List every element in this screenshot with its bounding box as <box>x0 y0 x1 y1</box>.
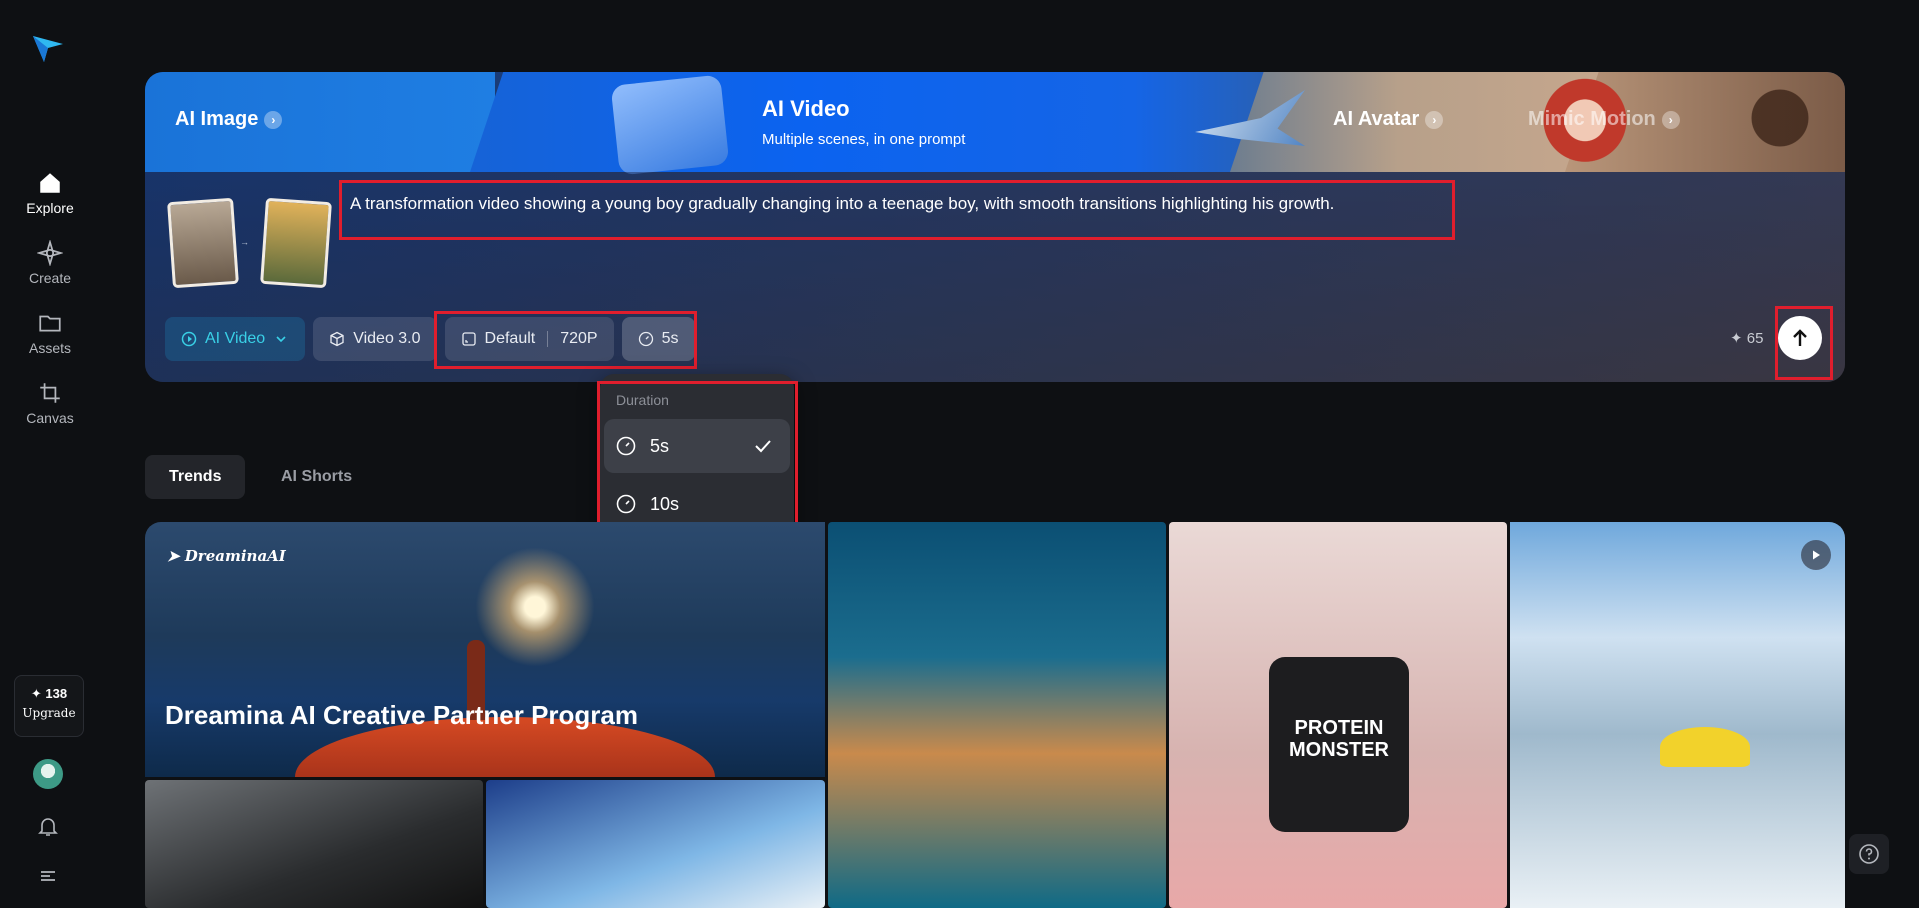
home-icon <box>40 173 60 193</box>
sidebar-item-label: Assets <box>28 340 71 356</box>
tab-ai-image-text: AI Image <box>175 108 259 130</box>
tab-mimic-motion-label[interactable]: Mimic Motion › <box>1528 108 1680 131</box>
folder-icon <box>39 315 61 332</box>
dreamina-logo-icon[interactable] <box>30 30 66 66</box>
mode-select[interactable]: AI Video <box>165 317 306 361</box>
hero-tabs: AI Image › AI Video Multiple scenes, in … <box>145 72 1845 176</box>
reference-image-teen[interactable] <box>260 197 332 289</box>
chevron-down-icon <box>276 336 286 343</box>
chevron-right-icon: › <box>264 110 283 129</box>
upgrade-button[interactable]: ✦ 138 Upgrade <box>14 675 84 737</box>
tab-ai-video-label[interactable]: AI Video <box>762 96 850 122</box>
protein-jar: PROTEIN MONSTER <box>1269 657 1409 832</box>
chevron-right-icon: › <box>1425 110 1444 129</box>
help-button[interactable] <box>1849 834 1889 874</box>
model-select[interactable]: Video 3.0 <box>313 317 437 361</box>
avatar[interactable] <box>33 759 63 789</box>
help-icon <box>1859 844 1879 864</box>
gallery-item-paraglider[interactable] <box>1510 522 1845 908</box>
mode-label: AI Video <box>205 330 266 347</box>
tab-trends[interactable]: Trends <box>145 455 246 499</box>
model-label: Video 3.0 <box>353 330 421 347</box>
paraglider-shape <box>1660 727 1750 767</box>
hero-panel: AI Image › AI Video Multiple scenes, in … <box>145 72 1845 382</box>
bell-icon[interactable] <box>36 814 60 838</box>
sidebar-item-label: Canvas <box>26 410 74 426</box>
tab-ai-video[interactable] <box>470 72 1300 172</box>
play-button[interactable] <box>1801 540 1831 570</box>
highlight-box-settings <box>434 311 697 369</box>
promo-brand: ➤ DreaminaAI <box>167 547 286 565</box>
sun-glow <box>475 547 595 667</box>
tab-mimic-motion-text: Mimic Motion <box>1528 108 1656 130</box>
sidebar-item-assets[interactable]: Assets <box>0 310 100 356</box>
promo-title: Dreamina AI Creative Partner Program <box>165 700 639 730</box>
tab-ai-avatar-text: AI Avatar <box>1333 108 1420 130</box>
menu-icon[interactable] <box>36 864 60 888</box>
sidebar-item-label: Create <box>28 270 72 286</box>
crop-icon <box>40 383 60 403</box>
mimic-illustration <box>1735 82 1825 172</box>
tab-ai-video-subtitle: Multiple scenes, in one prompt <box>762 131 966 148</box>
reference-image-child[interactable] <box>167 197 239 289</box>
highlight-box-generate <box>1775 306 1833 380</box>
tab-ai-avatar-label[interactable]: AI Avatar › <box>1333 108 1444 131</box>
sidebar-item-label: Explore <box>26 200 74 216</box>
protein-label: PROTEIN MONSTER <box>1289 717 1389 761</box>
prompt-panel: → A transformation video showing a young… <box>145 172 1845 382</box>
chevron-right-icon: › <box>1661 110 1680 129</box>
sidebar-item-create[interactable]: Create <box>0 240 100 286</box>
sidebar-item-canvas[interactable]: Canvas <box>0 380 100 426</box>
tab-ai-video-text: AI Video <box>762 96 850 121</box>
tab-ai-shorts[interactable]: AI Shorts <box>257 455 376 499</box>
sparkle-icon <box>37 240 63 266</box>
play-icon <box>1813 550 1820 560</box>
generation-cost: ✦ 65 <box>1730 330 1764 347</box>
arrow-icon: → <box>240 237 249 247</box>
promo-card[interactable]: ➤ DreaminaAI Dreamina AI Creative Partne… <box>145 522 825 777</box>
promo-brand-text: DreaminaAI <box>184 547 286 565</box>
whale-illustration <box>610 74 730 176</box>
gallery-item-statue[interactable] <box>145 780 483 908</box>
highlight-box-prompt <box>339 180 1455 240</box>
gallery-item-polar-bear[interactable] <box>486 780 825 908</box>
sidebar-item-explore[interactable]: Explore <box>0 170 100 216</box>
tab-ai-image-label[interactable]: AI Image › <box>175 108 283 131</box>
credits-count: ✦ 138 <box>30 686 68 701</box>
highlight-box-dropdown <box>597 381 798 540</box>
sidebar: Explore Create Assets Canvas ✦ 138 Upgra… <box>0 0 100 908</box>
upgrade-label: Upgrade <box>22 706 76 720</box>
video-mode-icon <box>181 331 197 347</box>
cube-icon <box>330 331 344 347</box>
gallery-item-island[interactable] <box>828 522 1166 908</box>
gallery-item-protein[interactable]: PROTEIN MONSTER <box>1169 522 1507 908</box>
